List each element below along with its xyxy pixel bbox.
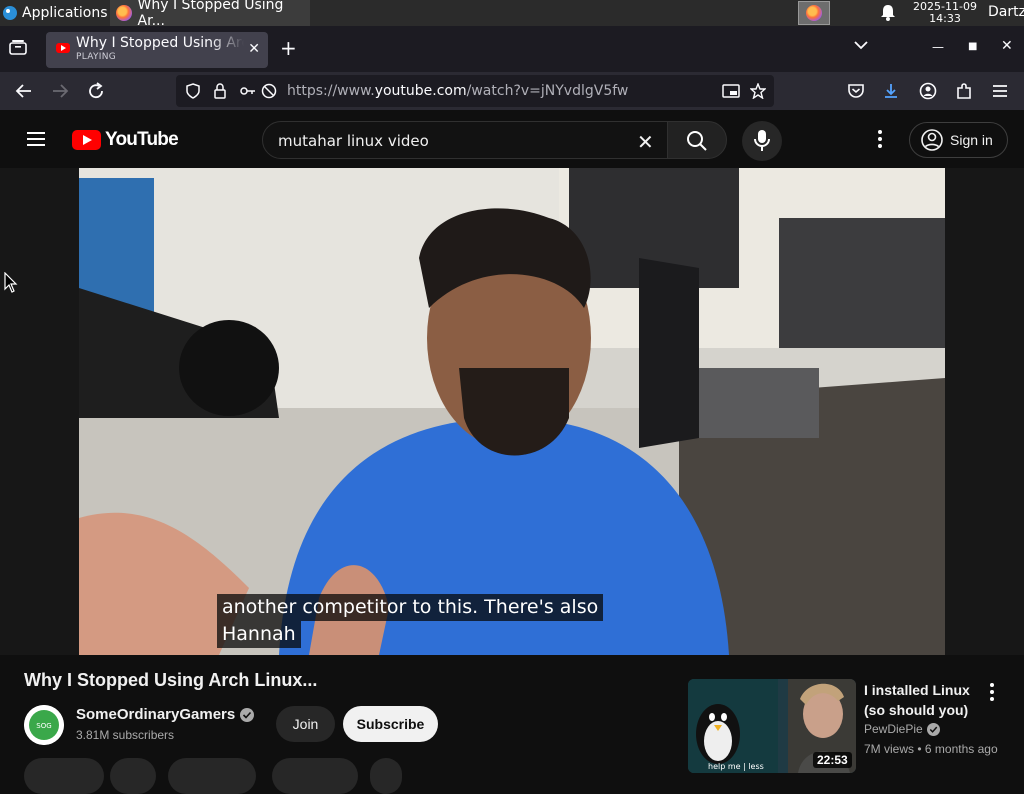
channel-subscriber-count: 3.81M subscribers: [76, 728, 175, 742]
close-window-icon[interactable]: ✕: [1001, 38, 1013, 54]
sign-in-label: Sign in: [950, 132, 993, 148]
clock[interactable]: 2025-11-09 14:33: [906, 1, 984, 25]
subscribe-button[interactable]: Subscribe: [343, 706, 438, 742]
tab-title: Why I Stopped Using Arch Linux...: [76, 35, 244, 51]
url-domain: youtube.com: [374, 83, 467, 99]
verified-check-icon: [240, 707, 255, 722]
video-title: Why I Stopped Using Arch Linux...: [24, 670, 318, 690]
search-button[interactable]: [667, 121, 727, 159]
youtube-header: YouTube ✕ Sign in: [0, 110, 1024, 168]
taskbar-window-title: Why I Stopped Using Ar...: [137, 0, 284, 29]
taskbar-window-button[interactable]: Why I Stopped Using Ar...: [110, 0, 310, 29]
channel-name-link[interactable]: SomeOrdinaryGamers: [76, 706, 255, 723]
recommended-duration-badge: 22:53: [813, 752, 852, 768]
url-text: https://www.youtube.com/watch?v=jNYvdlgV…: [287, 83, 628, 99]
search-icon: [687, 131, 707, 151]
url-prefix: https://www.: [287, 83, 375, 99]
pocket-icon[interactable]: [846, 81, 866, 101]
microphone-icon: [754, 130, 770, 151]
join-button[interactable]: Join: [276, 706, 335, 742]
recommended-age: 6 months ago: [924, 742, 998, 756]
user-menu[interactable]: Dartz: [988, 4, 1024, 20]
channel-avatar[interactable]: SOG: [24, 705, 64, 745]
back-arrow-icon[interactable]: [14, 81, 34, 101]
picture-in-picture-icon[interactable]: [722, 83, 740, 99]
caption-line-1: another competitor to this. There's also: [217, 594, 604, 621]
more-actions-button[interactable]: [370, 758, 402, 794]
forward-arrow-icon[interactable]: [50, 81, 70, 101]
svg-text:SOG: SOG: [36, 722, 51, 730]
share-button[interactable]: [168, 758, 256, 794]
voice-search-button[interactable]: [742, 121, 782, 161]
permissions-key-icon[interactable]: [239, 83, 257, 99]
bookmark-star-icon[interactable]: [750, 83, 766, 99]
extensions-puzzle-icon[interactable]: [954, 81, 974, 101]
new-tab-plus-icon[interactable]: +: [280, 36, 297, 60]
youtube-logo-text: YouTube: [105, 129, 179, 150]
autoplay-blocked-icon[interactable]: [261, 83, 277, 99]
tab-close-icon[interactable]: ✕: [248, 41, 260, 57]
list-all-tabs-chevron-icon[interactable]: [854, 40, 868, 50]
account-icon[interactable]: [918, 81, 938, 101]
player-area: [0, 168, 1024, 655]
channel-name: SomeOrdinaryGamers: [76, 706, 236, 723]
youtube-play-logo-icon: [72, 130, 101, 150]
reload-icon[interactable]: [86, 81, 106, 101]
downloads-icon[interactable]: [881, 81, 901, 101]
recommended-views: 7M views: [864, 742, 915, 756]
channel-avatar-image: SOG: [24, 705, 64, 745]
recommended-channel-name: PewDiePie: [864, 722, 923, 736]
meta-separator-dot: •: [917, 742, 925, 756]
recommended-more-vert-icon[interactable]: [985, 682, 999, 702]
recommended-meta: 7M views • 6 months ago: [864, 742, 998, 756]
youtube-favicon-icon: [56, 43, 70, 53]
url-path: /watch?v=jNYvdlgV5fw: [466, 83, 629, 99]
maximize-icon[interactable]: ■: [968, 41, 977, 52]
minimize-icon[interactable]: —: [932, 40, 944, 54]
search-box: ✕: [262, 121, 668, 159]
browser-nav-bar: https://www.youtube.com/watch?v=jNYvdlgV…: [0, 72, 1024, 110]
recommended-channel[interactable]: PewDiePie: [864, 722, 940, 736]
sign-in-button[interactable]: Sign in: [909, 122, 1008, 158]
lock-icon[interactable]: [213, 83, 227, 99]
recommended-video-title[interactable]: I installed Linux (so should you): [864, 680, 974, 720]
recommended-thumbnail-text: help me | less: [708, 762, 764, 771]
video-player[interactable]: [79, 168, 945, 655]
mouse-cursor-icon: [4, 272, 18, 293]
video-frame-image: [79, 168, 945, 655]
search-input[interactable]: [278, 130, 618, 152]
account-circle-icon: [921, 129, 943, 151]
applications-label: Applications: [22, 5, 108, 21]
youtube-logo[interactable]: YouTube: [72, 129, 179, 151]
url-bar[interactable]: https://www.youtube.com/watch?v=jNYvdlgV…: [176, 75, 774, 107]
video-captions: another competitor to this. There's also…: [217, 594, 604, 648]
clear-search-icon[interactable]: ✕: [637, 130, 654, 154]
hamburger-menu-icon[interactable]: [990, 81, 1010, 101]
applications-menu[interactable]: Applications ☰: [0, 0, 122, 26]
guide-menu-icon[interactable]: [26, 131, 46, 147]
save-button[interactable]: [272, 758, 358, 794]
os-taskbar: Applications ☰ Why I Stopped Using Ar...…: [0, 0, 1024, 29]
clock-time: 14:33: [929, 12, 961, 25]
firefox-tray-icon: [806, 5, 822, 21]
tracking-protection-shield-icon[interactable]: [185, 83, 201, 99]
firefox-icon: [116, 5, 132, 21]
tab-youtube[interactable]: Why I Stopped Using Arch Linux... PLAYIN…: [46, 32, 268, 68]
browser-tab-bar: Why I Stopped Using Arch Linux... PLAYIN…: [0, 26, 1024, 72]
like-button[interactable]: [24, 758, 104, 794]
notification-bell-icon[interactable]: [880, 4, 896, 22]
tab-playing-status: PLAYING: [76, 52, 117, 62]
settings-more-vert-icon[interactable]: [872, 129, 888, 149]
xfce-mouse-icon: [3, 6, 17, 20]
tray-firefox-button[interactable]: [798, 1, 830, 25]
firefox-view-icon[interactable]: [8, 38, 28, 56]
recommended-verified-icon: [926, 722, 940, 736]
caption-line-2: Hannah: [217, 621, 301, 648]
dislike-button[interactable]: [110, 758, 156, 794]
